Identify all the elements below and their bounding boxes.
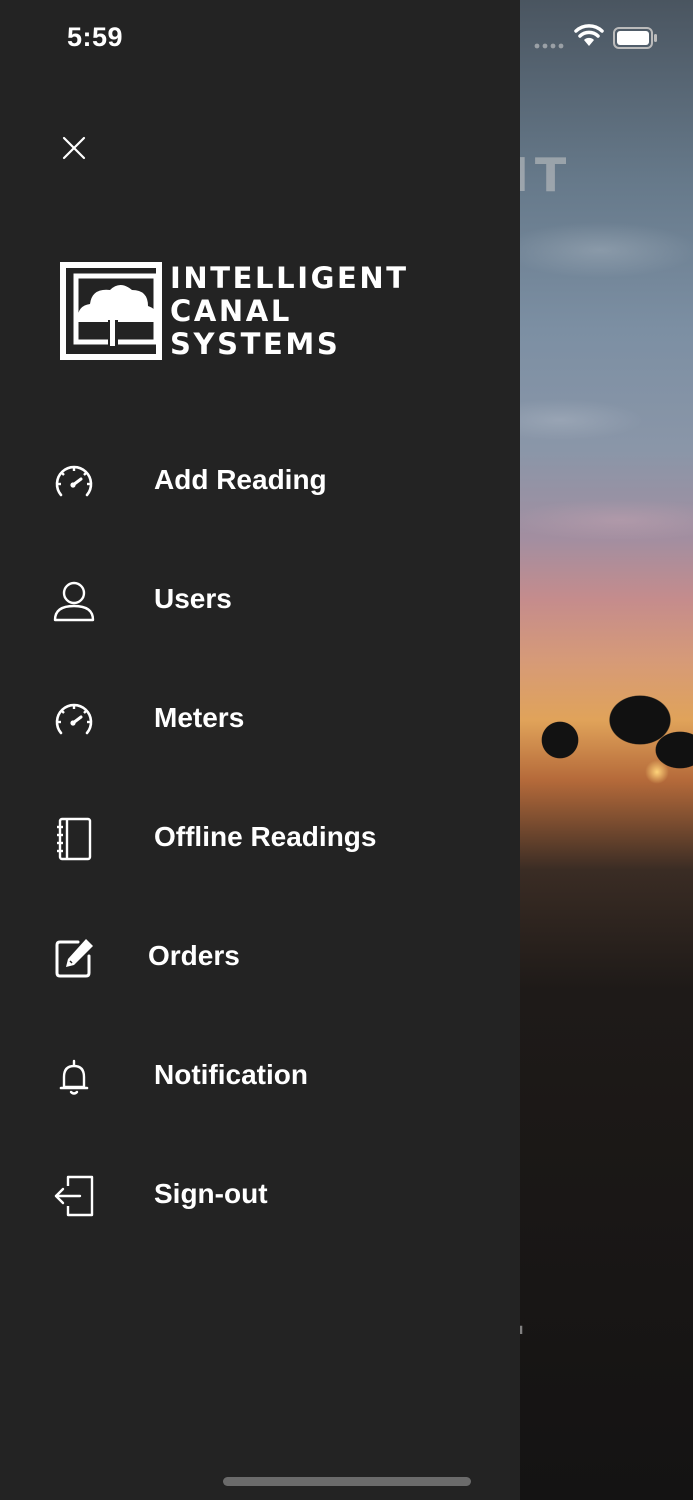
bell-icon: [52, 1055, 96, 1099]
close-button[interactable]: [52, 128, 96, 172]
menu-label-sign-out: Sign-out: [154, 1178, 268, 1209]
status-bar: 5:59: [0, 0, 693, 80]
menu-label-add-reading: Add Reading: [154, 464, 327, 495]
sunset-glow: [645, 760, 669, 784]
battery-icon: [613, 27, 659, 54]
edit-icon: [52, 936, 96, 980]
home-indicator[interactable]: [223, 1477, 471, 1486]
menu-item-sign-out[interactable]: Sign-out: [0, 1154, 520, 1234]
status-time: 5:59: [67, 22, 124, 52]
menu-label-orders: Orders: [148, 940, 240, 971]
menu-item-notification[interactable]: Notification: [0, 1035, 520, 1115]
navigation-drawer: INTELLIGENT CANAL SYSTEMS Add Reading Us…: [0, 0, 520, 1500]
menu-item-meters[interactable]: Meters: [0, 678, 520, 758]
user-icon: [52, 579, 96, 623]
trees-silhouette: [520, 660, 693, 800]
menu-label-users: Users: [154, 583, 232, 614]
cellular-signal-icon: [534, 36, 566, 54]
menu-item-orders[interactable]: Orders: [0, 916, 520, 996]
menu-label-meters: Meters: [154, 702, 245, 733]
logo-wordmark: INTELLIGENT CANAL SYSTEMS: [170, 262, 409, 361]
logo-line-2: CANAL: [170, 294, 292, 328]
logo-line-1: INTELLIGENT: [170, 261, 409, 295]
menu-item-offline-readings[interactable]: Offline Readings: [0, 797, 520, 877]
gauge-icon: [52, 460, 96, 504]
sign-out-icon: [52, 1174, 96, 1218]
logo-line-3: SYSTEMS: [170, 327, 341, 361]
gauge-icon: [52, 698, 96, 742]
menu-label-offline-readings: Offline Readings: [154, 821, 377, 852]
wifi-icon: [574, 24, 604, 53]
menu-item-add-reading[interactable]: Add Reading: [0, 440, 520, 520]
menu-item-users[interactable]: Users: [0, 559, 520, 639]
app-logo: INTELLIGENT CANAL SYSTEMS: [60, 262, 406, 365]
close-icon: [61, 135, 87, 166]
notebook-icon: [52, 817, 96, 861]
cloud-logo-icon: [60, 262, 162, 365]
menu-label-notification: Notification: [154, 1059, 308, 1090]
